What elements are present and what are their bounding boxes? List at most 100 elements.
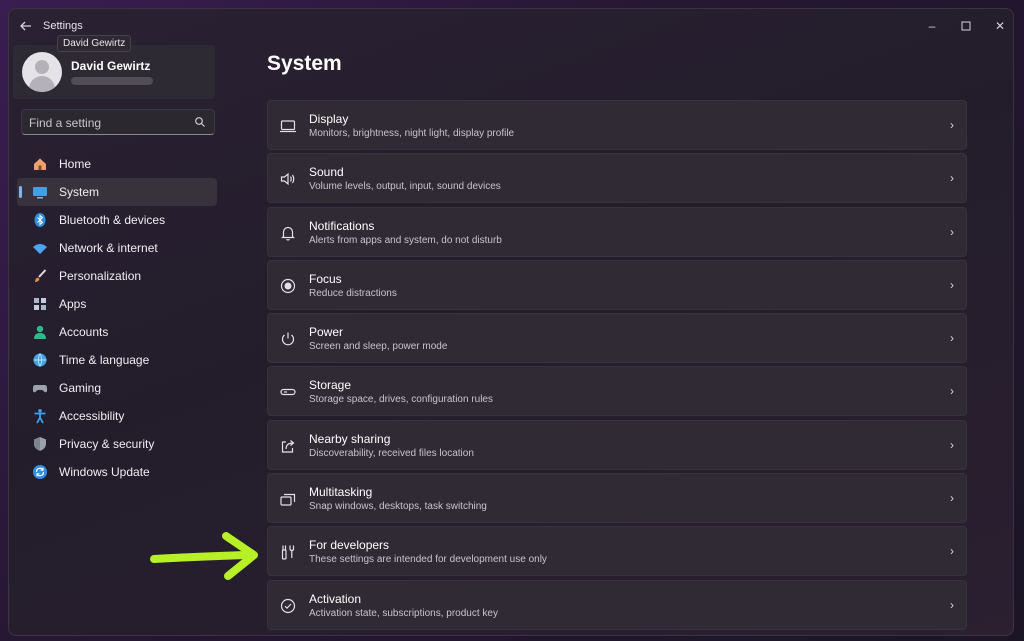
card-subtitle: These settings are intended for developm… [309, 554, 547, 566]
sidebar-item-gaming[interactable]: Gaming [17, 374, 217, 402]
title-bar: Settings – ✕ [9, 9, 1013, 43]
settings-card-activation[interactable]: Activation Activation state, subscriptio… [267, 579, 967, 630]
sidebar-item-bluetooth[interactable]: Bluetooth & devices [17, 206, 217, 234]
settings-list: Display Monitors, brightness, night ligh… [267, 100, 967, 633]
chevron-right-icon: › [950, 171, 954, 186]
card-subtitle: Alerts from apps and system, do not dist… [309, 234, 502, 246]
sidebar-item-label: Personalization [59, 269, 142, 283]
home-icon [32, 156, 48, 172]
card-title: Multitasking [309, 485, 373, 500]
sidebar-item-accounts[interactable]: Accounts [17, 318, 217, 346]
settings-card-multitasking[interactable]: Multitasking Snap windows, desktops, tas… [267, 473, 967, 524]
card-title: Sound [309, 165, 344, 180]
card-title: Storage [309, 378, 352, 393]
system-icon [32, 184, 48, 200]
search-input[interactable]: Find a setting [21, 109, 215, 135]
card-subtitle: Activation state, subscriptions, product… [309, 607, 498, 619]
avatar [22, 52, 62, 92]
share-icon [279, 437, 297, 455]
card-title: Notifications [309, 218, 375, 233]
back-arrow-icon[interactable] [19, 19, 35, 33]
sidebar-item-apps[interactable]: Apps [17, 290, 217, 318]
settings-card-sound[interactable]: Sound Volume levels, output, input, soun… [267, 153, 967, 204]
sidebar-item-privacy[interactable]: Privacy & security [17, 430, 217, 458]
chevron-right-icon: › [950, 277, 954, 292]
sidebar-item-time-language[interactable]: Time & language [17, 346, 217, 374]
card-title: Display [309, 112, 349, 126]
storage-icon [279, 383, 297, 401]
power-icon [279, 330, 297, 348]
brush-icon [32, 268, 48, 284]
chevron-right-icon: › [950, 437, 954, 452]
settings-card-display[interactable]: Display Monitors, brightness, night ligh… [267, 100, 967, 150]
sidebar-nav: Home System Bluetooth & devices Network … [17, 150, 217, 486]
bell-icon [279, 224, 297, 242]
sidebar-item-label: Bluetooth & devices [59, 213, 166, 227]
card-subtitle: Discoverability, received files location [309, 447, 474, 459]
update-icon [32, 464, 48, 480]
sidebar-item-label: Gaming [59, 381, 102, 395]
page-title: System [267, 52, 342, 75]
accessibility-icon [32, 408, 48, 424]
card-title: For developers [309, 538, 390, 553]
sidebar-item-label: Time & language [59, 353, 150, 367]
sidebar-item-personalization[interactable]: Personalization [17, 262, 217, 290]
settings-card-power[interactable]: Power Screen and sleep, power mode › [267, 313, 967, 364]
sidebar-item-home[interactable]: Home [17, 150, 217, 178]
sidebar-item-label: Windows Update [59, 465, 150, 479]
chevron-right-icon: › [950, 224, 954, 239]
sidebar-item-label: Privacy & security [59, 437, 155, 451]
settings-card-nearby-sharing[interactable]: Nearby sharing Discoverability, received… [267, 419, 967, 470]
shield-icon [32, 436, 48, 452]
name-tooltip: David Gewirtz [57, 35, 132, 52]
card-subtitle: Volume levels, output, input, sound devi… [309, 181, 501, 193]
card-subtitle: Monitors, brightness, night light, displ… [309, 128, 515, 139]
settings-card-for-developers[interactable]: For developers These settings are intend… [267, 526, 967, 577]
sidebar-item-windows-update[interactable]: Windows Update [17, 458, 217, 486]
settings-card-focus[interactable]: Focus Reduce distractions › [267, 259, 967, 310]
profile-email-redacted [71, 77, 153, 85]
display-icon [279, 117, 297, 135]
sidebar-item-label: Home [59, 157, 92, 171]
card-subtitle: Reduce distractions [309, 287, 397, 299]
settings-card-notifications[interactable]: Notifications Alerts from apps and syste… [267, 206, 967, 257]
gaming-icon [32, 380, 48, 396]
sidebar-item-label: Network & internet [59, 241, 158, 255]
chevron-right-icon: › [950, 384, 954, 399]
settings-card-storage[interactable]: Storage Storage space, drives, configura… [267, 366, 967, 417]
sidebar-item-label: Accounts [59, 325, 109, 339]
minimize-button[interactable]: – [915, 13, 949, 39]
active-indicator [19, 186, 22, 198]
user-profile[interactable]: David Gewirtz [13, 45, 215, 99]
sidebar-item-network[interactable]: Network & internet [17, 234, 217, 262]
card-subtitle: Storage space, drives, configuration rul… [309, 394, 493, 406]
card-title: Power [309, 325, 344, 340]
close-button[interactable]: ✕ [983, 13, 1013, 39]
multitask-icon [279, 490, 297, 508]
chevron-right-icon: › [950, 118, 954, 132]
accounts-icon [32, 324, 48, 340]
speaker-icon [279, 170, 297, 188]
profile-name: David Gewirtz [71, 59, 151, 73]
chevron-right-icon: › [950, 597, 954, 612]
sidebar-item-accessibility[interactable]: Accessibility [17, 402, 217, 430]
focus-icon [279, 277, 297, 295]
chevron-right-icon: › [950, 331, 954, 346]
card-subtitle: Screen and sleep, power mode [309, 341, 448, 353]
card-title: Nearby sharing [309, 431, 391, 446]
chevron-right-icon: › [950, 544, 954, 559]
maximize-button[interactable] [949, 13, 983, 39]
search-icon[interactable] [194, 116, 206, 128]
sidebar-item-label: System [59, 185, 100, 199]
developer-tools-icon [279, 543, 297, 561]
globe-icon [32, 352, 48, 368]
bluetooth-icon [32, 212, 48, 228]
apps-icon [32, 296, 48, 312]
app-title: Settings [43, 20, 83, 32]
card-subtitle: Snap windows, desktops, task switching [309, 501, 487, 513]
sidebar-item-system[interactable]: System [17, 178, 217, 206]
card-title: Focus [309, 271, 342, 286]
card-title: Activation [309, 591, 362, 606]
search-placeholder: Find a setting [29, 116, 102, 130]
sidebar-item-label: Apps [59, 297, 87, 311]
